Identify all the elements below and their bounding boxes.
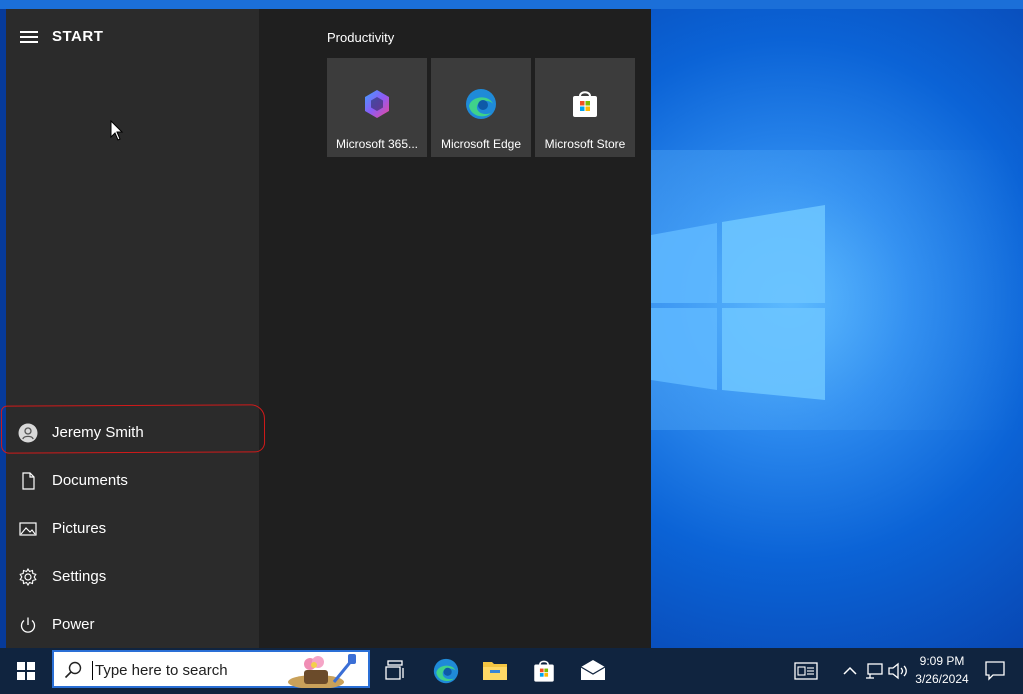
task-view-icon bbox=[385, 660, 404, 680]
rail-item-label: Power bbox=[52, 616, 95, 633]
taskbar-clock[interactable]: 9:09 PM 3/26/2024 bbox=[906, 652, 978, 688]
notification-center-icon[interactable] bbox=[984, 659, 1006, 681]
tile-microsoft-edge[interactable]: Microsoft Edge bbox=[431, 58, 531, 157]
start-left-rail: START Jeremy Smith Documents Pictures Se… bbox=[6, 9, 259, 649]
rail-item-documents[interactable]: Documents bbox=[6, 459, 259, 503]
start-title: START bbox=[52, 28, 104, 45]
clock-date: 3/26/2024 bbox=[915, 672, 969, 686]
news-widget-icon[interactable] bbox=[794, 659, 818, 683]
hamburger-menu-icon[interactable] bbox=[20, 31, 38, 44]
store-icon bbox=[534, 660, 554, 682]
taskbar-edge[interactable] bbox=[421, 648, 469, 694]
mail-icon bbox=[580, 660, 606, 680]
microsoft-365-icon bbox=[365, 90, 389, 118]
start-menu: START Jeremy Smith Documents Pictures Se… bbox=[0, 9, 651, 649]
network-icon[interactable] bbox=[862, 659, 886, 683]
gear-icon bbox=[19, 567, 37, 587]
edge-icon bbox=[466, 89, 496, 119]
tile-microsoft-store[interactable]: Microsoft Store bbox=[535, 58, 635, 157]
annotation-highlight bbox=[0, 404, 266, 454]
mouse-cursor-icon bbox=[110, 120, 124, 141]
tile-label: Microsoft Edge bbox=[440, 137, 522, 151]
windows-logo-wallpaper bbox=[651, 205, 825, 400]
taskbar-file-explorer[interactable] bbox=[470, 648, 518, 694]
rail-item-pictures[interactable]: Pictures bbox=[6, 507, 259, 551]
tile-group-label: Productivity bbox=[327, 30, 395, 45]
chevron-up-icon[interactable] bbox=[838, 659, 862, 683]
tile-label: Microsoft 365... bbox=[335, 137, 419, 151]
clock-time: 9:09 PM bbox=[919, 654, 965, 668]
search-placeholder: Type here to search bbox=[95, 662, 228, 679]
rail-item-label: Pictures bbox=[52, 520, 107, 537]
taskbar: Type here to search 9:09 PM 3/26/2024 bbox=[0, 648, 1023, 694]
search-icon bbox=[64, 661, 82, 679]
taskbar-search-box[interactable]: Type here to search bbox=[52, 650, 370, 688]
search-highlight-illustration bbox=[288, 654, 356, 688]
window-top-strip bbox=[0, 0, 1023, 9]
pictures-icon bbox=[19, 522, 37, 536]
text-caret bbox=[92, 661, 93, 680]
taskbar-store[interactable] bbox=[519, 648, 567, 694]
rail-item-power[interactable]: Power bbox=[6, 603, 259, 647]
rail-item-label: Documents bbox=[52, 472, 128, 489]
power-icon bbox=[20, 617, 36, 633]
taskbar-task-view[interactable] bbox=[371, 648, 419, 694]
tile-microsoft-365[interactable]: Microsoft 365... bbox=[327, 58, 427, 157]
document-icon bbox=[22, 472, 35, 490]
windows-logo-icon bbox=[17, 662, 35, 680]
store-icon bbox=[573, 91, 597, 117]
start-button[interactable] bbox=[0, 648, 52, 694]
tile-label: Microsoft Store bbox=[544, 137, 626, 151]
edge-icon bbox=[433, 658, 459, 684]
file-explorer-icon bbox=[483, 662, 507, 680]
rail-item-label: Settings bbox=[52, 568, 107, 585]
taskbar-mail[interactable] bbox=[568, 648, 616, 694]
rail-item-settings[interactable]: Settings bbox=[6, 555, 259, 599]
